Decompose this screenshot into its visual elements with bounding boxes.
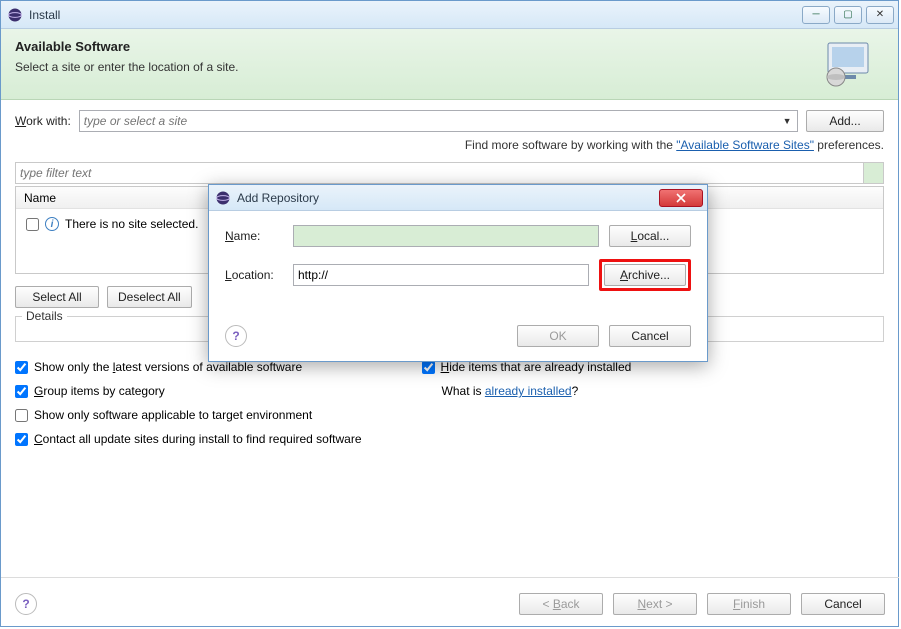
location-label: Location: bbox=[225, 268, 283, 282]
name-label: Name: bbox=[225, 229, 283, 243]
check-contact[interactable] bbox=[15, 433, 28, 446]
help-icon[interactable]: ? bbox=[15, 593, 37, 615]
deselect-all-button[interactable]: Deselect All bbox=[107, 286, 192, 308]
eclipse-icon bbox=[215, 190, 231, 206]
filter-indicator bbox=[864, 162, 884, 184]
archive-highlight: Archive... bbox=[599, 259, 691, 291]
next-button[interactable]: Next > bbox=[613, 593, 697, 615]
chevron-down-icon[interactable]: ▼ bbox=[781, 116, 793, 126]
add-repository-dialog: Add Repository Name: Local... Location: … bbox=[208, 184, 708, 362]
filter-input[interactable] bbox=[15, 162, 864, 184]
row-checkbox[interactable] bbox=[26, 218, 39, 231]
check-hide[interactable] bbox=[422, 361, 435, 374]
check-target[interactable] bbox=[15, 409, 28, 422]
eclipse-icon bbox=[7, 7, 23, 23]
name-input[interactable] bbox=[293, 225, 599, 247]
info-icon: i bbox=[45, 217, 59, 231]
local-button[interactable]: Local... bbox=[609, 225, 691, 247]
close-button[interactable]: ✕ bbox=[866, 6, 894, 24]
workwith-label: Work with: bbox=[15, 114, 71, 128]
banner: Available Software Select a site or ente… bbox=[1, 29, 898, 100]
check-latest[interactable] bbox=[15, 361, 28, 374]
available-sites-link[interactable]: "Available Software Sites" bbox=[676, 138, 814, 152]
minimize-button[interactable]: ─ bbox=[802, 6, 830, 24]
row-message: There is no site selected. bbox=[65, 217, 198, 231]
workwith-combo[interactable]: ▼ bbox=[79, 110, 798, 132]
location-input[interactable] bbox=[293, 264, 589, 286]
helper-text: Find more software by working with the "… bbox=[15, 138, 884, 152]
maximize-button[interactable]: ▢ bbox=[834, 6, 862, 24]
archive-button[interactable]: Archive... bbox=[604, 264, 686, 286]
already-installed-link[interactable]: already installed bbox=[485, 384, 572, 398]
banner-subtitle: Select a site or enter the location of a… bbox=[15, 60, 822, 74]
titlebar-main[interactable]: Install ─ ▢ ✕ bbox=[1, 1, 898, 29]
details-label: Details bbox=[22, 309, 67, 323]
dialog-help-icon[interactable]: ? bbox=[225, 325, 247, 347]
cancel-button[interactable]: Cancel bbox=[801, 593, 885, 615]
finish-button[interactable]: Finish bbox=[707, 593, 791, 615]
workwith-input[interactable] bbox=[84, 114, 781, 128]
select-all-button[interactable]: Select All bbox=[15, 286, 99, 308]
dialog-close-button[interactable] bbox=[659, 189, 703, 207]
window-title: Install bbox=[29, 8, 802, 22]
dialog-titlebar[interactable]: Add Repository bbox=[209, 185, 707, 211]
dialog-cancel-button[interactable]: Cancel bbox=[609, 325, 691, 347]
ok-button[interactable]: OK bbox=[517, 325, 599, 347]
dialog-title: Add Repository bbox=[237, 191, 659, 205]
whatis-row: What is already installed? bbox=[422, 384, 632, 398]
back-button[interactable]: < Back bbox=[519, 593, 603, 615]
check-group[interactable] bbox=[15, 385, 28, 398]
banner-title: Available Software bbox=[15, 39, 822, 54]
wizard-footer: ? < Back Next > Finish Cancel bbox=[1, 577, 899, 629]
add-button[interactable]: Add... bbox=[806, 110, 884, 132]
banner-image bbox=[822, 39, 878, 87]
